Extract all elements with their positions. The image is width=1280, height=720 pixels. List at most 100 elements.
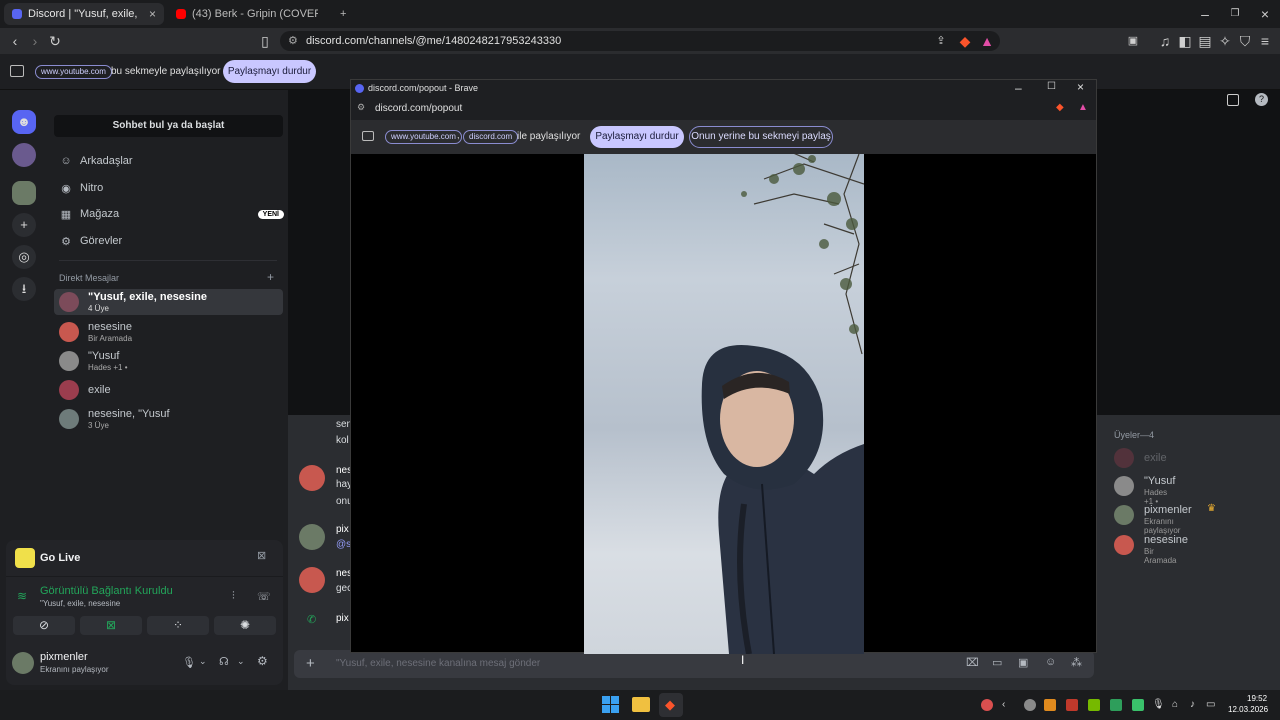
site-info-icon[interactable]: ⚙ [357, 102, 365, 113]
shared-video-stream[interactable] [584, 154, 864, 654]
message-author[interactable]: pix [336, 524, 349, 535]
reload-icon[interactable]: ↻ [46, 32, 64, 50]
forward-icon[interactable]: › [26, 32, 44, 50]
avatar[interactable] [299, 567, 325, 593]
brave-shields-icon[interactable]: ◆ [1056, 102, 1064, 113]
wallet-icon[interactable]: ▤ [1196, 32, 1214, 50]
shared-site-pill: discord.com [463, 130, 519, 144]
help-icon[interactable]: ? [1255, 93, 1268, 106]
start-button[interactable] [602, 696, 619, 713]
dm-item[interactable]: nesesine, "Yusuf 3 Üye [54, 406, 283, 432]
menu-icon[interactable]: ≡ [1256, 32, 1274, 50]
file-explorer-icon[interactable] [632, 697, 650, 712]
gif-icon[interactable]: ▭ [992, 656, 1002, 669]
username[interactable]: pixmenler [40, 651, 88, 663]
tab-youtube[interactable]: (43) Berk - Gripin (COVER) - YouT [168, 3, 326, 25]
dm-item[interactable]: exile [54, 377, 283, 403]
discord-home-icon[interactable]: ☻ [12, 110, 36, 134]
tray-app-icon[interactable] [1110, 699, 1122, 711]
network-icon[interactable]: ⌂ [1172, 699, 1184, 711]
disconnect-icon[interactable]: ☏ [257, 590, 271, 603]
microphone-icon[interactable]: 🎙 [1152, 699, 1165, 711]
taskbar-brave-button[interactable]: ◆ [659, 693, 683, 717]
add-server-icon[interactable]: + [12, 213, 36, 237]
tray-app-icon[interactable] [1024, 699, 1036, 711]
gift-icon[interactable]: ⌧ [966, 656, 979, 669]
discover-icon[interactable]: ◎ [12, 245, 36, 269]
apps-icon[interactable]: ⁂ [1071, 656, 1082, 669]
new-tab-button[interactable]: + [332, 3, 352, 25]
close-icon[interactable]: ⊠ [257, 549, 266, 562]
minimize-icon[interactable]: – [1015, 81, 1022, 95]
tray-app-icon[interactable] [1044, 699, 1056, 711]
nav-friends[interactable]: ☺ Arkadaşlar [60, 151, 132, 171]
tray-app-icon[interactable] [981, 699, 993, 711]
clock-date[interactable]: 12.03.2026 [1228, 705, 1268, 714]
screen-share-button[interactable]: ⊠ [80, 616, 142, 635]
cast-icon[interactable]: ▣ [1124, 32, 1142, 50]
nvidia-icon[interactable] [1088, 699, 1100, 711]
volume-icon[interactable]: ♪ [1190, 699, 1202, 711]
brave-rewards-icon[interactable]: ▲ [1078, 102, 1088, 113]
brave-shields-icon[interactable]: ◆ [956, 32, 974, 50]
minimize-icon[interactable]: – [1196, 5, 1214, 23]
dm-item[interactable]: nesesine Bir Aramada [54, 319, 283, 345]
vpn-icon[interactable]: ⛉ [1236, 32, 1254, 50]
dm-item[interactable]: "Yusuf, exile, nesesine 4 Üye [54, 289, 283, 315]
connection-status[interactable]: Görüntülü Bağlantı Kuruldu [40, 585, 173, 597]
browser-tab-bar: Discord | "Yusuf, exile, nesesine × (43)… [0, 0, 1280, 28]
dm-item[interactable]: "Yusuf Hades +1 • [54, 348, 283, 374]
nav-nitro[interactable]: ◉ Nitro [60, 178, 103, 198]
avatar[interactable] [299, 465, 325, 491]
microphone-icon[interactable]: 🎙 [182, 656, 196, 669]
media-icon[interactable]: ♫ [1156, 32, 1174, 50]
server-avatar-2[interactable] [12, 181, 36, 205]
tray-app-icon[interactable] [1066, 699, 1078, 711]
sidebar-toggle-icon[interactable]: ◧ [1176, 32, 1194, 50]
headphones-icon[interactable]: ☊ [219, 655, 229, 668]
message-input[interactable]: "Yusuf, exile, nesesine kanalına mesaj g… [336, 658, 540, 669]
tray-app-icon[interactable] [1132, 699, 1144, 711]
bookmark-icon[interactable]: ▯ [256, 32, 274, 50]
emoji-icon[interactable]: ☺ [1045, 656, 1056, 668]
nav-store[interactable]: ▦ Mağaza YENİ [60, 204, 284, 224]
server-avatar-1[interactable] [12, 143, 36, 167]
search-dm-button[interactable]: Sohbet bul ya da başlat [54, 115, 283, 137]
battery-icon[interactable]: ▭ [1206, 699, 1218, 711]
close-window-icon[interactable]: × [1256, 5, 1274, 23]
download-icon[interactable]: ⭳ [12, 277, 36, 301]
stop-sharing-button[interactable]: Paylaşmayı durdur [223, 60, 316, 83]
stop-sharing-button[interactable]: Paylaşmayı durdur [590, 126, 684, 148]
tab-discord[interactable]: Discord | "Yusuf, exile, nesesine × [4, 3, 164, 25]
tray-chevron-icon[interactable]: ‹ [1002, 699, 1014, 711]
site-info-icon[interactable]: ⚙ [288, 31, 298, 51]
avatar[interactable] [12, 652, 34, 674]
avatar[interactable] [299, 524, 325, 550]
avatar [1114, 535, 1134, 555]
address-bar[interactable]: ⚙ discord.com/channels/@me/1480248217953… [280, 31, 1000, 51]
activities-button[interactable]: ⁘ [147, 616, 209, 635]
add-dm-icon[interactable]: + [267, 270, 274, 284]
inbox-icon[interactable] [1227, 94, 1239, 106]
close-tab-icon[interactable]: × [149, 7, 156, 21]
nav-quests[interactable]: ⚙ Görevler [60, 231, 122, 251]
attach-plus-icon[interactable]: + [306, 655, 315, 672]
voice-activity-icon[interactable]: ⫶ [232, 590, 235, 603]
back-icon[interactable]: ‹ [6, 32, 24, 50]
camera-off-button[interactable]: ⊘ [13, 616, 75, 635]
leo-ai-icon[interactable]: ✧ [1216, 32, 1234, 50]
restore-icon[interactable]: ❐ [1226, 5, 1244, 23]
share-page-icon[interactable]: ⇪ [932, 32, 950, 50]
clock-time[interactable]: 19:52 [1247, 694, 1267, 703]
share-this-tab-button[interactable]: Onun yerine bu sekmeyi paylaş [689, 126, 833, 148]
close-icon[interactable]: × [1077, 80, 1084, 94]
message-author[interactable]: pix [336, 613, 349, 624]
soundboard-button[interactable]: ✺ [214, 616, 276, 635]
chevron-down-icon[interactable]: ⌄ [237, 656, 245, 667]
sticker-icon[interactable]: ▣ [1018, 656, 1028, 669]
brave-rewards-icon[interactable]: ▲ [978, 32, 996, 50]
chevron-down-icon[interactable]: ⌄ [199, 656, 207, 667]
gear-icon[interactable]: ⚙ [257, 654, 268, 668]
maximize-icon[interactable]: ☐ [1047, 81, 1056, 92]
mention[interactable]: @s [336, 539, 351, 550]
